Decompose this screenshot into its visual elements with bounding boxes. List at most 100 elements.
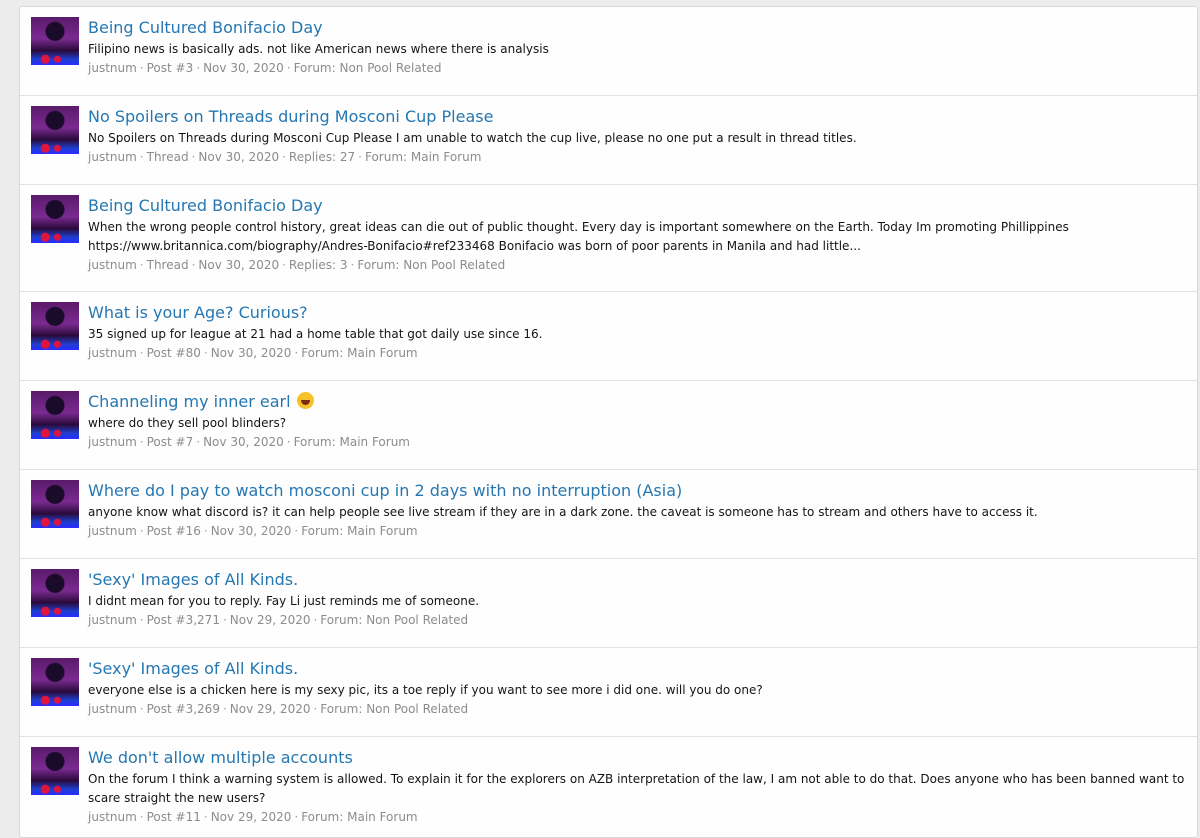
meta-separator: · (222, 613, 227, 627)
result-replies: Replies: 27 (288, 150, 356, 164)
meta-separator: · (294, 346, 299, 360)
result-forum-link[interactable]: Forum: Main Forum (301, 810, 417, 824)
result-title-link[interactable]: 'Sexy' Images of All Kinds. (88, 657, 298, 681)
result-forum-link[interactable]: Forum: Main Forum (365, 150, 481, 164)
meta-separator: · (139, 613, 144, 627)
result-meta: justnum · Post #3,271 · Nov 29, 2020 · Forum: … (88, 611, 1187, 638)
search-result: 'Sexy' Images of All Kinds. everyone els… (20, 648, 1197, 737)
result-user-link[interactable]: justnum (88, 524, 137, 538)
search-result: Channeling my inner earl where do they s… (20, 381, 1197, 470)
result-user-link[interactable]: justnum (88, 346, 137, 360)
result-forum-link[interactable]: Forum: Main Forum (294, 435, 410, 449)
meta-separator: · (358, 150, 362, 164)
result-date: Nov 30, 2020 (198, 258, 280, 272)
result-title-link[interactable]: Being Cultured Bonifacio Day (88, 16, 323, 40)
meta-separator: · (203, 524, 208, 538)
result-snippet: everyone else is a chicken here is my se… (88, 683, 763, 697)
result-meta: justnum · Post #80 · Nov 30, 2020 · Forum: Mai… (88, 344, 1187, 371)
avatar[interactable] (31, 480, 79, 528)
result-date: Nov 30, 2020 (210, 524, 292, 538)
result-date: Nov 30, 2020 (210, 346, 292, 360)
result-meta: justnum · Thread · Nov 30, 2020 · Replies: 27 ·… (88, 148, 1187, 175)
search-result: Where do I pay to watch mosconi cup in 2… (20, 470, 1197, 559)
result-date: Nov 29, 2020 (229, 613, 311, 627)
result-kind: Thread (146, 258, 189, 272)
result-kind: Post #3,271 (146, 613, 220, 627)
result-title-link[interactable]: Channeling my inner earl (88, 390, 291, 414)
result-snippet: When the wrong people control history, g… (88, 220, 1069, 253)
avatar[interactable] (31, 17, 79, 65)
result-snippet: I didnt mean for you to reply. Fay Li ju… (88, 594, 480, 608)
result-user-link[interactable]: justnum (88, 258, 137, 272)
result-user-link[interactable]: justnum (88, 435, 137, 449)
result-meta: justnum · Post #3,269 · Nov 29, 2020 · Forum: … (88, 700, 1187, 727)
search-result: No Spoilers on Threads during Mosconi Cu… (20, 96, 1197, 185)
result-kind: Post #16 (146, 524, 201, 538)
result-snippet: No Spoilers on Threads during Mosconi Cu… (88, 131, 857, 145)
result-date: Nov 29, 2020 (229, 702, 311, 716)
result-title-link[interactable]: 'Sexy' Images of All Kinds. (88, 568, 298, 592)
avatar[interactable] (31, 569, 79, 617)
meta-separator: · (294, 810, 299, 824)
meta-separator: · (313, 702, 318, 716)
meta-separator: · (286, 435, 291, 449)
meta-separator: · (139, 435, 144, 449)
result-title-link[interactable]: We don't allow multiple accounts (88, 746, 353, 770)
meta-separator: · (139, 702, 144, 716)
meta-separator: · (294, 524, 299, 538)
avatar[interactable] (31, 747, 79, 795)
meta-separator: · (191, 150, 196, 164)
search-result: What is your Age? Curious? 35 signed up … (20, 292, 1197, 381)
laughing-emoji-icon (296, 392, 314, 409)
result-title-link[interactable]: Being Cultured Bonifacio Day (88, 194, 323, 218)
meta-separator: · (196, 435, 201, 449)
result-meta: justnum · Post #3 · Nov 30, 2020 · Forum: Non … (88, 59, 1187, 86)
meta-separator: · (286, 61, 291, 75)
result-kind: Post #7 (146, 435, 194, 449)
result-kind: Post #11 (146, 810, 201, 824)
result-user-link[interactable]: justnum (88, 702, 137, 716)
result-forum-link[interactable]: Forum: Non Pool Related (294, 61, 442, 75)
meta-separator: · (313, 613, 318, 627)
result-user-link[interactable]: justnum (88, 810, 137, 824)
result-user-link[interactable]: justnum (88, 61, 137, 75)
result-title-link[interactable]: Where do I pay to watch mosconi cup in 2… (88, 479, 682, 503)
result-snippet: 35 signed up for league at 21 had a home… (88, 327, 543, 341)
meta-separator: · (139, 258, 144, 272)
meta-separator: · (139, 524, 144, 538)
meta-separator: · (350, 258, 355, 272)
avatar[interactable] (31, 391, 79, 439)
result-meta: justnum · Thread · Nov 30, 2020 · Replies: 3 · F… (88, 256, 1187, 283)
result-kind: Post #3,269 (146, 702, 220, 716)
result-date: Nov 29, 2020 (210, 810, 292, 824)
result-user-link[interactable]: justnum (88, 150, 137, 164)
result-title-link[interactable]: No Spoilers on Threads during Mosconi Cu… (88, 105, 493, 129)
meta-separator: · (139, 61, 144, 75)
avatar[interactable] (31, 195, 79, 243)
search-result: Being Cultured Bonifacio Day When the wr… (20, 185, 1197, 292)
result-meta: justnum · Post #11 · Nov 29, 2020 · Forum: Mai… (88, 808, 1187, 835)
result-date: Nov 30, 2020 (203, 61, 284, 75)
result-replies: Replies: 3 (288, 258, 348, 272)
search-result: We don't allow multiple accounts On the … (20, 737, 1197, 837)
result-user-link[interactable]: justnum (88, 613, 137, 627)
result-forum-link[interactable]: Forum: Non Pool Related (357, 258, 505, 272)
avatar[interactable] (31, 658, 79, 706)
meta-separator: · (139, 150, 144, 164)
meta-separator: · (282, 150, 286, 164)
result-snippet: anyone know what discord is? it can help… (88, 505, 1038, 519)
result-date: Nov 30, 2020 (203, 435, 284, 449)
avatar[interactable] (31, 106, 79, 154)
result-forum-link[interactable]: Forum: Non Pool Related (320, 702, 468, 716)
result-forum-link[interactable]: Forum: Main Forum (301, 524, 417, 538)
result-title-link[interactable]: What is your Age? Curious? (88, 301, 308, 325)
result-kind: Post #3 (146, 61, 194, 75)
meta-separator: · (139, 346, 144, 360)
result-forum-link[interactable]: Forum: Non Pool Related (320, 613, 468, 627)
meta-separator: · (196, 61, 201, 75)
result-snippet: Filipino news is basically ads. not like… (88, 42, 549, 56)
result-snippet: On the forum I think a warning system is… (88, 772, 1185, 805)
meta-separator: · (203, 810, 208, 824)
avatar[interactable] (31, 302, 79, 350)
result-forum-link[interactable]: Forum: Main Forum (301, 346, 417, 360)
